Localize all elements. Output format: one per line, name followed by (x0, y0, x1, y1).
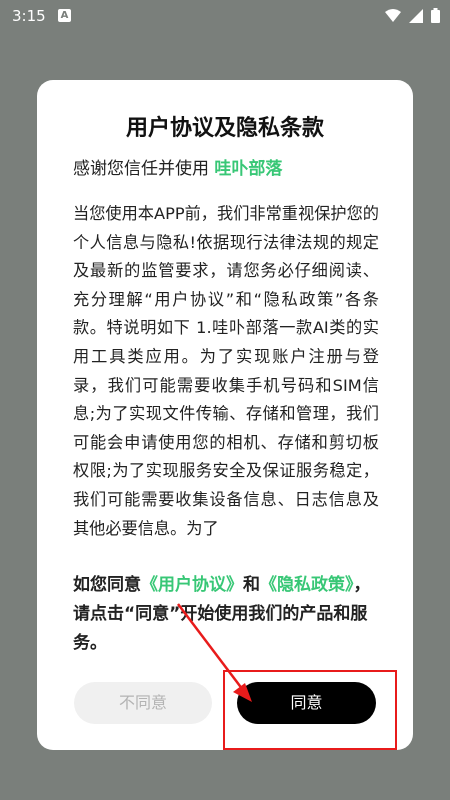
consent-and: 和 (243, 575, 260, 595)
privacy-policy-link[interactable]: 《隐私政策》 (260, 575, 354, 595)
consent-text: 如您同意《用户协议》和《隐私政策》，请点击“同意”开始使用我们的产品和服务。 (73, 571, 383, 658)
annotation-highlight-box (223, 670, 397, 750)
privacy-dialog: 用户协议及隐私条款 感谢您信任并使用 哇卟部落 当您使用本APP前，我们非常重视… (37, 80, 413, 750)
status-bar: 3:15 A (0, 0, 450, 34)
app-name: 哇卟部落 (214, 159, 283, 179)
wifi-icon (385, 8, 401, 22)
consent-prefix: 如您同意 (73, 575, 141, 595)
agreement-body[interactable]: 当您使用本APP前，我们非常重视保护您的个人信息与隐私!依据现行法律法规的规定及… (73, 200, 379, 545)
dialog-title: 用户协议及隐私条款 (125, 116, 324, 141)
notification-icon: A (58, 9, 71, 22)
disagree-button[interactable]: 不同意 (74, 682, 212, 724)
user-agreement-link[interactable]: 《用户协议》 (141, 575, 243, 595)
battery-icon (431, 8, 440, 23)
subtitle-prefix: 感谢您信任并使用 (73, 159, 209, 179)
status-icons (385, 8, 440, 23)
dialog-subtitle: 感谢您信任并使用 哇卟部落 (73, 154, 282, 179)
status-time: 3:15 (12, 7, 46, 25)
signal-icon (409, 8, 423, 23)
body-fade (73, 535, 379, 549)
